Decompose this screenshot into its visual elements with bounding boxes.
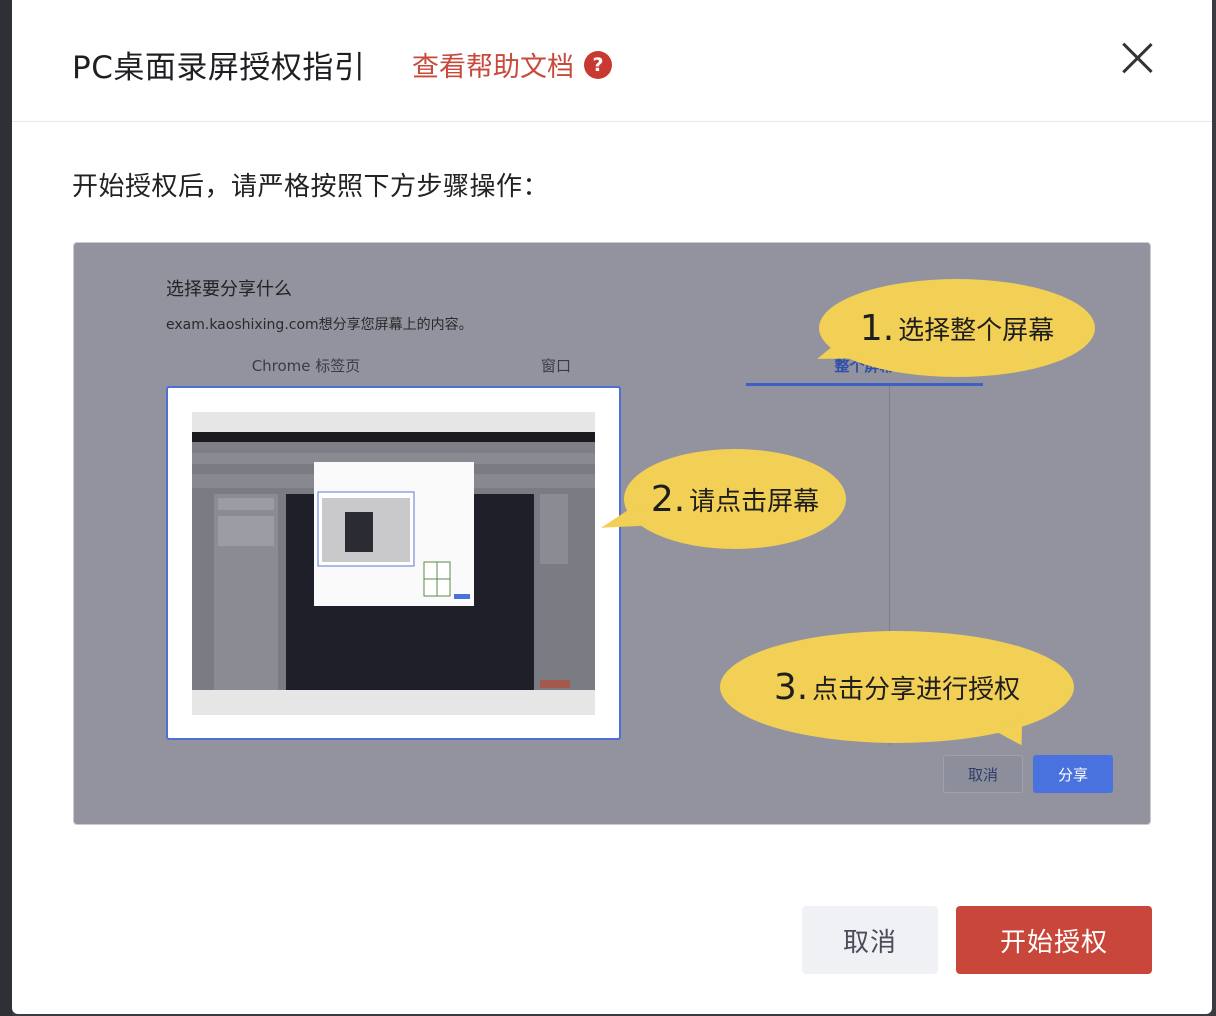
screen-preview-image	[192, 412, 595, 715]
cancel-button[interactable]: 取消	[802, 906, 938, 974]
illustration-cancel-button: 取消	[943, 755, 1023, 793]
step-2-callout: 2. 请点击屏幕	[624, 449, 846, 549]
start-authorization-button[interactable]: 开始授权	[956, 906, 1152, 974]
guide-illustration: 选择要分享什么 exam.kaoshixing.com想分享您屏幕上的内容。 C…	[73, 242, 1151, 825]
close-icon[interactable]	[1120, 40, 1156, 76]
dialog-title: PC桌面录屏授权指引	[72, 50, 366, 86]
share-tabs: Chrome 标签页 窗口 整个屏幕	[166, 351, 983, 386]
screen-preview	[192, 412, 595, 715]
step-3-number: 3.	[773, 666, 809, 708]
authorization-dialog: PC桌面录屏授权指引 查看帮助文档 ? 开始授权后，请严格按照下方步骤操作： 选…	[12, 0, 1212, 1014]
instruction-text: 开始授权后，请严格按照下方步骤操作：	[72, 172, 550, 202]
step-2-number: 2.	[650, 478, 686, 520]
screen-thumbnail	[166, 386, 621, 740]
tab-chrome: Chrome 标签页	[251, 357, 361, 375]
tab-window: 窗口	[540, 357, 571, 375]
step-1-number: 1.	[859, 307, 895, 349]
share-dialog-subtitle: exam.kaoshixing.com想分享您屏幕上的内容。	[166, 317, 473, 333]
illustration-share-button: 分享	[1033, 755, 1113, 793]
step-3-text: 点击分享进行授权	[812, 674, 1021, 705]
step-2-text: 请点击屏幕	[689, 486, 820, 517]
step-1-callout: 1. 选择整个屏幕	[819, 279, 1095, 377]
backdrop	[0, 0, 12, 1016]
help-doc-label: 查看帮助文档	[412, 52, 574, 83]
question-circle-icon: ?	[584, 50, 612, 79]
dialog-header: PC桌面录屏授权指引 查看帮助文档 ?	[12, 0, 1212, 122]
help-doc-link[interactable]: 查看帮助文档 ?	[412, 45, 612, 84]
share-dialog-title: 选择要分享什么	[166, 279, 292, 300]
step-1-text: 选择整个屏幕	[898, 315, 1055, 346]
